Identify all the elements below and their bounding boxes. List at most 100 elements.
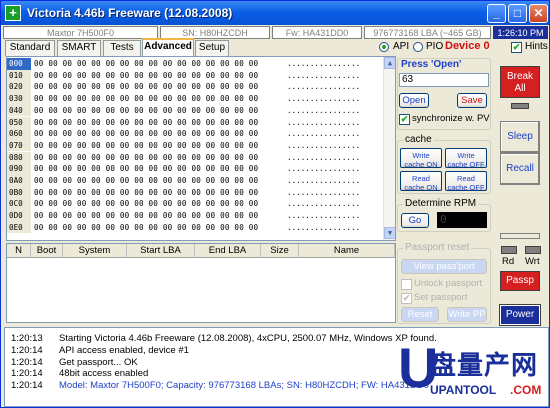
col-system[interactable]: System — [63, 244, 127, 258]
rpm-display: 0 — [437, 212, 487, 228]
hex-row[interactable]: 090 00 00 00 00 00 00 00 00 00 00 00 00 0… — [7, 163, 385, 175]
hex-bytes[interactable]: 00 00 00 00 00 00 00 00 00 00 00 00 00 0… — [34, 58, 258, 70]
hex-bytes[interactable]: 00 00 00 00 00 00 00 00 00 00 00 00 00 0… — [34, 222, 258, 234]
power-button[interactable]: Power — [499, 304, 541, 326]
hex-bytes[interactable]: 00 00 00 00 00 00 00 00 00 00 00 00 00 0… — [34, 128, 258, 140]
hex-offset: 040 — [7, 104, 31, 117]
reset-passport-button[interactable]: Reset — [401, 307, 439, 322]
hex-scrollbar[interactable]: ▲ ▼ — [383, 57, 395, 240]
pio-radio[interactable] — [413, 42, 423, 52]
hex-bytes[interactable]: 00 00 00 00 00 00 00 00 00 00 00 00 00 0… — [34, 187, 258, 199]
window-title: Victoria 4.46b Freeware (12.08.2008) — [27, 6, 233, 20]
hex-row[interactable]: 070 00 00 00 00 00 00 00 00 00 00 00 00 0… — [7, 139, 385, 152]
hex-bytes[interactable]: 00 00 00 00 00 00 00 00 00 00 00 00 00 0… — [34, 152, 258, 164]
watermark-en: UPANTOOL — [430, 383, 497, 397]
hex-row[interactable]: 010 00 00 00 00 00 00 00 00 00 00 00 00 0… — [7, 69, 385, 82]
hex-bytes[interactable]: 00 00 00 00 00 00 00 00 00 00 00 00 00 0… — [34, 70, 258, 82]
view-passport-button[interactable]: View pass'port — [401, 259, 487, 274]
hex-row[interactable]: 0E0 00 00 00 00 00 00 00 00 00 00 00 00 0… — [7, 221, 385, 234]
hex-ascii[interactable]: ................ — [287, 70, 360, 82]
tab-tests[interactable]: Tests — [103, 40, 141, 56]
hex-bytes[interactable]: 00 00 00 00 00 00 00 00 00 00 00 00 00 0… — [34, 140, 258, 152]
hex-ascii[interactable]: ................ — [287, 58, 360, 70]
api-radio[interactable] — [379, 42, 389, 52]
passp-button[interactable]: Passp — [500, 271, 540, 291]
hex-ascii[interactable]: ................ — [287, 175, 360, 187]
log-message: 48bit access enabled — [59, 368, 149, 380]
hex-row[interactable]: 020 00 00 00 00 00 00 00 00 00 00 00 00 0… — [7, 81, 385, 93]
hex-bytes[interactable]: 00 00 00 00 00 00 00 00 00 00 00 00 00 0… — [34, 198, 258, 210]
sector-input[interactable]: 63 — [399, 73, 489, 87]
read-cache-off-button[interactable]: Read cache OFF — [445, 171, 487, 192]
hex-row[interactable]: 0C0 00 00 00 00 00 00 00 00 00 00 00 00 0… — [7, 198, 385, 210]
open-button[interactable]: Open — [399, 93, 429, 108]
tab-setup[interactable]: Setup — [195, 40, 229, 56]
lba-field: 976773168 LBA (~465 GB) — [364, 26, 491, 39]
hex-row[interactable]: 080 00 00 00 00 00 00 00 00 00 00 00 00 0… — [7, 151, 385, 164]
slider-track[interactable] — [500, 233, 540, 239]
hex-bytes[interactable]: 00 00 00 00 00 00 00 00 00 00 00 00 00 0… — [34, 105, 258, 117]
hex-ascii[interactable]: ................ — [287, 140, 360, 152]
unlock-passport-checkbox[interactable] — [401, 279, 412, 290]
close-button[interactable]: ✕ — [529, 4, 548, 23]
write-cache-on-button[interactable]: Write cache ON — [400, 148, 442, 169]
hex-ascii[interactable]: ................ — [287, 81, 360, 93]
write-cache-off-button[interactable]: Write cache OFF — [445, 148, 487, 169]
hex-bytes[interactable]: 00 00 00 00 00 00 00 00 00 00 00 00 00 0… — [34, 210, 258, 222]
device-label[interactable]: Device 0 — [445, 40, 490, 52]
hex-bytes[interactable]: 00 00 00 00 00 00 00 00 00 00 00 00 00 0… — [34, 117, 258, 129]
hex-ascii[interactable]: ................ — [287, 222, 360, 234]
firmware-field: Fw: HA431DD0 — [272, 26, 362, 39]
hex-ascii[interactable]: ................ — [287, 210, 360, 222]
break-all-button[interactable]: Break All — [500, 66, 540, 98]
tab-smart[interactable]: SMART — [57, 40, 101, 56]
hex-row[interactable]: 000 00 00 00 00 00 00 00 00 00 00 00 00 0… — [7, 58, 385, 70]
hex-row[interactable]: 060 00 00 00 00 00 00 00 00 00 00 00 00 0… — [7, 128, 385, 140]
col-end-lba[interactable]: End LBA — [195, 244, 261, 258]
read-cache-on-button[interactable]: Read cache ON — [400, 171, 442, 192]
hex-ascii[interactable]: ................ — [287, 105, 360, 117]
hex-row[interactable]: 050 00 00 00 00 00 00 00 00 00 00 00 00 0… — [7, 116, 385, 129]
hex-ascii[interactable]: ................ — [287, 117, 360, 129]
sleep-button[interactable]: Sleep — [500, 121, 540, 153]
hex-offset: 070 — [7, 139, 31, 152]
hex-bytes[interactable]: 00 00 00 00 00 00 00 00 00 00 00 00 00 0… — [34, 93, 258, 105]
rpm-go-button[interactable]: Go — [401, 213, 429, 228]
hex-row[interactable]: 0A0 00 00 00 00 00 00 00 00 00 00 00 00 0… — [7, 175, 385, 187]
rd-led — [501, 246, 517, 254]
side-button-column: Break All Sleep Recall Rd Wrt Passp Powe… — [495, 56, 550, 346]
col-n[interactable]: N — [7, 244, 31, 258]
hex-bytes[interactable]: 00 00 00 00 00 00 00 00 00 00 00 00 00 0… — [34, 81, 258, 93]
hex-ascii[interactable]: ................ — [287, 93, 360, 105]
col-start-lba[interactable]: Start LBA — [127, 244, 195, 258]
save-button[interactable]: Save — [457, 93, 487, 108]
tab-standard[interactable]: Standard — [5, 40, 55, 56]
partition-table-header: N Boot System Start LBA End LBA Size Nam… — [7, 244, 395, 258]
set-passport-checkbox[interactable]: ✔ — [401, 293, 412, 304]
hex-editor[interactable]: 000 00 00 00 00 00 00 00 00 00 00 00 00 0… — [6, 56, 396, 241]
hex-row[interactable]: 040 00 00 00 00 00 00 00 00 00 00 00 00 0… — [7, 104, 385, 117]
recall-button[interactable]: Recall — [500, 153, 540, 185]
hex-ascii[interactable]: ................ — [287, 187, 360, 199]
sync-checkbox[interactable]: ✔ — [399, 114, 410, 125]
write-passport-button[interactable]: Write PP — [447, 307, 487, 322]
maximize-button[interactable]: □ — [508, 4, 527, 23]
minimize-button[interactable]: _ — [487, 4, 506, 23]
hex-ascii[interactable]: ................ — [287, 152, 360, 164]
hex-row[interactable]: 0B0 00 00 00 00 00 00 00 00 00 00 00 00 0… — [7, 186, 385, 199]
hints-checkbox[interactable]: ✔ — [511, 42, 522, 53]
hex-bytes[interactable]: 00 00 00 00 00 00 00 00 00 00 00 00 00 0… — [34, 163, 258, 175]
col-name[interactable]: Name — [299, 244, 395, 258]
col-boot[interactable]: Boot — [31, 244, 63, 258]
hex-bytes[interactable]: 00 00 00 00 00 00 00 00 00 00 00 00 00 0… — [34, 175, 258, 187]
hex-row[interactable]: 0D0 00 00 00 00 00 00 00 00 00 00 00 00 0… — [7, 210, 385, 222]
hex-row[interactable]: 030 00 00 00 00 00 00 00 00 00 00 00 00 0… — [7, 93, 385, 105]
control-panel: Press 'Open' 63 Open Save ✔ synchronize … — [395, 56, 493, 326]
col-size[interactable]: Size — [261, 244, 299, 258]
hex-ascii[interactable]: ................ — [287, 198, 360, 210]
hex-ascii[interactable]: ................ — [287, 163, 360, 175]
partition-table[interactable]: N Boot System Start LBA End LBA Size Nam… — [6, 243, 396, 323]
title-bar[interactable]: + Victoria 4.46b Freeware (12.08.2008) _… — [1, 1, 549, 25]
tab-advanced[interactable]: Advanced — [142, 38, 194, 56]
hex-ascii[interactable]: ................ — [287, 128, 360, 140]
